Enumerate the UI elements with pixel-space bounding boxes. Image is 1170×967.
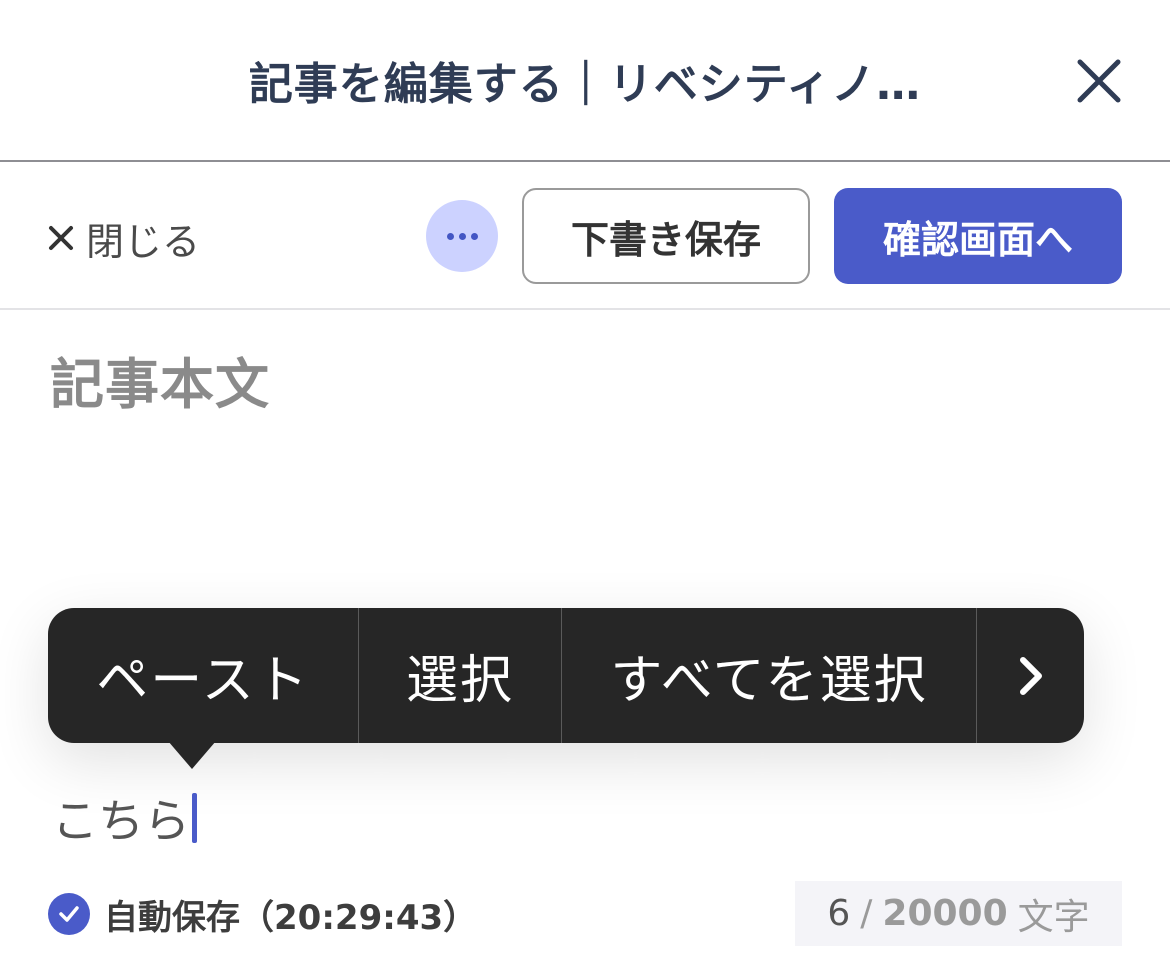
count-max: 20000 [882,893,1008,934]
context-menu-pointer [168,741,216,769]
text-cursor [192,793,197,843]
menu-item-select[interactable]: 選択 [359,608,561,743]
more-options-button[interactable] [426,200,498,272]
more-dot [470,232,478,240]
editor-heading: 記事本文 [50,353,270,416]
autosave-label: 自動保存（20:29:43） [104,897,478,938]
close-button[interactable]: 閉じる [48,213,201,264]
more-dot [458,232,466,240]
editor-text: こちら [52,794,190,848]
window-title: 記事を編集する｜リベシティノ… [248,59,922,110]
save-draft-button[interactable]: 下書き保存 [522,188,810,284]
editor-text-area[interactable]: こちら [52,788,197,848]
context-menu: ペースト 選択 すべてを選択 [48,608,1084,743]
confirm-screen-button[interactable]: 確認画面へ [834,188,1122,284]
autosave-status: 自動保存（20:29:43） [48,890,477,938]
menu-item-select-all[interactable]: すべてを選択 [562,608,976,743]
count-separator: / [860,893,873,934]
title-bar: 記事を編集する｜リベシティノ… [0,0,1170,162]
count-current: 6 [827,893,851,934]
close-icon[interactable] [1072,54,1126,108]
close-button-label: 閉じる [86,219,201,264]
character-counter: 6 / 20000 文字 [795,881,1122,946]
chevron-right-icon [1019,656,1042,695]
more-horizontal-icon [446,232,454,240]
menu-item-paste[interactable]: ペースト [48,608,358,743]
menu-next-button[interactable] [977,608,1084,743]
x-icon [49,226,73,250]
count-unit: 文字 [1017,896,1090,938]
check-circle-icon [48,893,90,935]
